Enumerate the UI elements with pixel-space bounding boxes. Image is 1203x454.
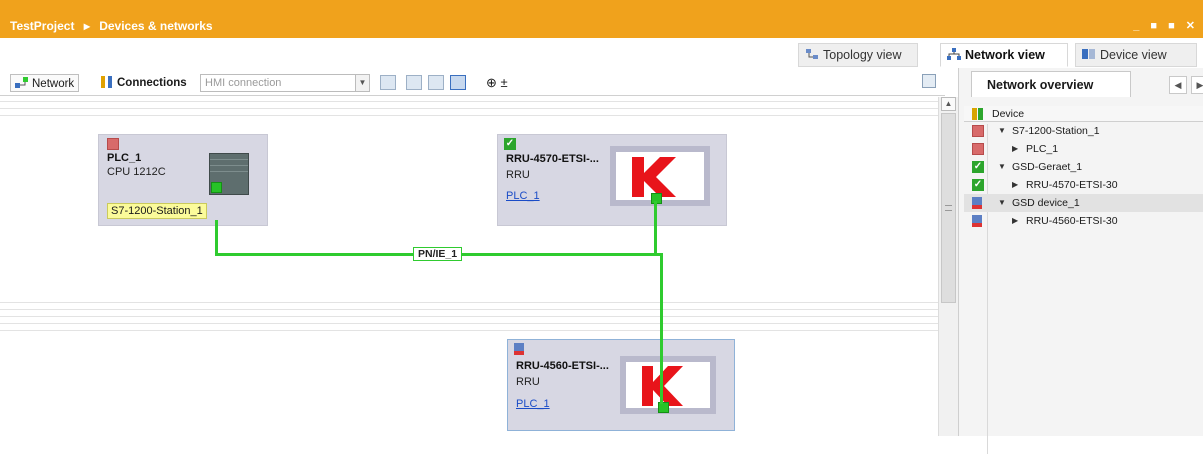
device-type: CPU 1212C	[107, 166, 166, 178]
scroll-grip	[945, 205, 952, 211]
tab-device-view[interactable]: Device view	[1075, 43, 1197, 67]
network-overview-panel: Network overview ◀ ▶ Device ▼ S7-1200-St…	[958, 68, 1203, 454]
expand-down-icon[interactable]: ▼	[998, 194, 1006, 212]
expand-down-icon[interactable]: ▼	[998, 158, 1006, 176]
grid-lines-bottom	[0, 302, 938, 337]
gsd-status-icon	[514, 343, 524, 355]
network-line-rru4570[interactable]	[654, 201, 657, 255]
expand-down-icon[interactable]: ▼	[998, 122, 1006, 140]
zoom-control[interactable]: ⊕ ±	[482, 73, 512, 91]
gsd-icon	[972, 197, 982, 209]
station-label[interactable]: S7-1200-Station_1	[107, 203, 207, 219]
grid-lines-top	[0, 101, 938, 122]
tab-network-view[interactable]: Network view	[940, 43, 1068, 67]
row-label: GSD device_1	[1012, 197, 1080, 209]
row-label: RRU-4560-ETSI-30	[1026, 215, 1118, 227]
table-row[interactable]: ✓ ▶ RRU-4570-ETSI-30	[964, 176, 1203, 194]
chevron-down-icon[interactable]: ▼	[355, 75, 369, 91]
plc-link[interactable]: PLC_1	[506, 190, 540, 202]
ok-icon: ✓	[972, 179, 984, 191]
expand-right-icon[interactable]: ▶	[1012, 212, 1018, 230]
network-mode-icon	[15, 77, 29, 89]
row-label: GSD-Geraet_1	[1012, 161, 1083, 173]
table-row[interactable]: ▼ S7-1200-Station_1	[964, 122, 1203, 140]
tab-topology-label: Topology view	[823, 48, 902, 62]
expand-right-icon[interactable]: ▶	[1012, 140, 1018, 158]
address-icon[interactable]	[380, 75, 396, 90]
split-view-icon[interactable]	[450, 75, 467, 90]
network-mode-label: Network	[32, 78, 75, 90]
device-name: PLC_1	[107, 152, 142, 164]
network-toolbar: Network Connections HMI connection ▼ ⊕ ±	[0, 70, 945, 96]
connections-label: Connections	[117, 77, 187, 89]
expand-right-icon[interactable]: ▶	[1012, 176, 1018, 194]
breadcrumb-separator: ▸	[83, 19, 90, 33]
device-name: RRU-4560-ETSI-...	[516, 360, 609, 372]
table-row[interactable]: ▶ RRU-4560-ETSI-30	[964, 212, 1203, 230]
gsd-icon	[972, 215, 982, 227]
connections-button[interactable]: Connections	[96, 74, 191, 92]
column-header-device[interactable]: Device	[964, 106, 1203, 122]
network-line-rru4560[interactable]	[660, 253, 663, 404]
ok-status-icon: ✓	[504, 138, 516, 150]
device-rru-4570[interactable]: ✓ RRU-4570-ETSI-... RRU PLC_1	[497, 134, 727, 226]
table-row[interactable]: ▼ GSD device_1	[964, 194, 1203, 212]
breadcrumb-project[interactable]: TestProject	[10, 19, 74, 33]
tab-topology-view[interactable]: Topology view	[798, 43, 918, 67]
row-label: S7-1200-Station_1	[1012, 125, 1100, 137]
breadcrumb-section: Devices & networks	[99, 19, 213, 33]
panel-toggle-icon[interactable]	[922, 74, 936, 88]
canvas-scrollbar[interactable]: ▲	[938, 97, 958, 436]
profinet-port-icon[interactable]	[211, 182, 222, 193]
title-bar: TestProject ▸ Devices & networks _ ■ ■ ✕	[0, 0, 1203, 38]
device-type: RRU	[506, 169, 530, 181]
device-view-icon	[1082, 48, 1096, 60]
hmi-connection-value: HMI connection	[205, 77, 282, 89]
tab-network-overview[interactable]: Network overview	[971, 71, 1131, 97]
error-icon	[972, 125, 984, 137]
network-line-plc[interactable]	[215, 220, 218, 255]
overview-table: Device ▼ S7-1200-Station_1 ▶ PLC_1 ✓ ▼ G…	[964, 106, 1203, 454]
chevron-right-icon[interactable]: ▶	[1191, 76, 1203, 94]
scroll-up-icon[interactable]: ▲	[941, 97, 956, 111]
tab-network-label: Network view	[965, 48, 1045, 62]
error-status-icon	[107, 138, 119, 150]
grid-view-icon[interactable]	[406, 75, 422, 90]
device-type: RRU	[516, 376, 540, 388]
column-header-label: Device	[992, 108, 1025, 120]
connections-icon	[100, 76, 114, 88]
breadcrumb: TestProject ▸ Devices & networks	[10, 19, 219, 33]
table-row[interactable]: ✓ ▼ GSD-Geraet_1	[964, 158, 1203, 176]
plc-link[interactable]: PLC_1	[516, 398, 550, 410]
row-label: PLC_1	[1026, 143, 1059, 155]
view-tool-icons	[380, 75, 399, 91]
ok-icon: ✓	[972, 161, 984, 173]
network-mode-button[interactable]: Network	[10, 74, 80, 92]
topology-icon	[805, 48, 819, 60]
chevron-left-icon[interactable]: ◀	[1169, 76, 1187, 94]
tab-device-label: Device view	[1100, 48, 1167, 62]
error-icon	[972, 143, 984, 155]
device-plc-1[interactable]: PLC_1 CPU 1212C S7-1200-Station_1	[98, 134, 268, 226]
network-icon	[947, 48, 961, 60]
window-controls[interactable]: _ ■ ■ ✕	[1133, 19, 1199, 32]
row-label: RRU-4570-ETSI-30	[1026, 179, 1118, 191]
device-name: RRU-4570-ETSI-...	[506, 153, 599, 165]
device-rru-4560[interactable]: RRU-4560-ETSI-... RRU PLC_1	[507, 339, 735, 431]
hmi-connection-select[interactable]: HMI connection ▼	[200, 74, 370, 92]
subnet-label[interactable]: PN/IE_1	[413, 247, 463, 261]
table-row[interactable]: ▶ PLC_1	[964, 140, 1203, 158]
view-tabs: Topology view Network view Device view	[0, 43, 1203, 67]
table-view-icon[interactable]	[428, 75, 445, 90]
network-canvas[interactable]: PLC_1 CPU 1212C S7-1200-Station_1 ✓ RRU-…	[0, 97, 938, 436]
device-column-icon	[972, 108, 984, 123]
layout-tool-icons	[406, 75, 469, 91]
